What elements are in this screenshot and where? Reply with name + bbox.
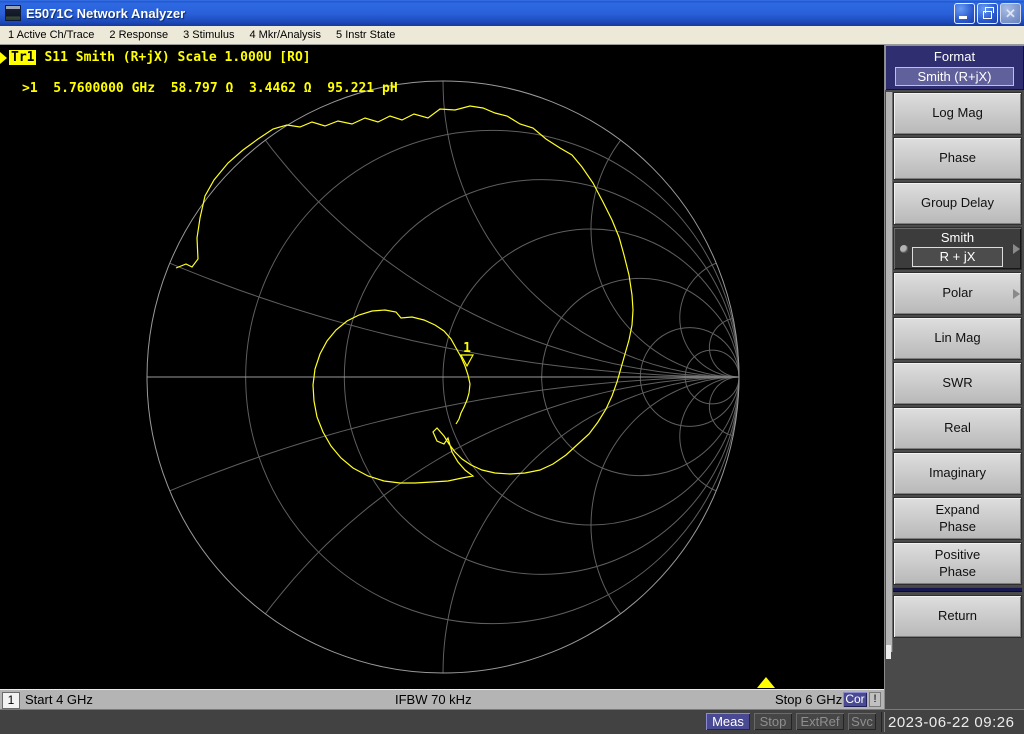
instrument-status-bar: Meas Stop ExtRef Svc 2023-06-22 09:26 — [0, 709, 1024, 734]
trace-id-badge[interactable]: Tr1 — [9, 50, 37, 65]
menu-bar: 1 Active Ch/Trace 2 Response 3 Stimulus … — [0, 26, 1024, 45]
softkey-label: Lin Mag — [934, 330, 981, 346]
measurement-screen: 1 Tr1 S11 Smith (R+jX) Scale 1.000U [RO]… — [0, 45, 884, 689]
minimize-icon — [959, 16, 967, 19]
softkey-smith[interactable]: Smith R + jX — [893, 227, 1022, 270]
minimize-button[interactable] — [954, 3, 975, 24]
app-window: E5071C Network Analyzer ✕ 1 Active Ch/Tr… — [0, 0, 1024, 734]
softkey-menu-header: Format Smith (R+jX) — [885, 45, 1024, 90]
menu-item-active-ch-trace[interactable]: 1 Active Ch/Trace — [8, 29, 94, 41]
softkey-label: Positive Phase — [934, 547, 981, 579]
marker-label: 1 — [463, 341, 471, 356]
smith-chart: 1 — [146, 80, 775, 688]
restore-button[interactable] — [977, 3, 998, 24]
softkey-label: Smith — [940, 229, 975, 245]
softkey-phase[interactable]: Phase — [893, 137, 1022, 180]
menu-item-instr-state[interactable]: 5 Instr State — [336, 29, 395, 41]
trace-status-bar: Tr1 S11 Smith (R+jX) Scale 1.000U [RO] — [0, 50, 311, 65]
channel-number-badge: 1 — [2, 692, 20, 709]
warning-badge: ! — [869, 692, 881, 707]
sweep-stop-label: Stop 6 GHz — [775, 692, 843, 707]
softkey-sublabel: R + jX — [912, 247, 1003, 268]
softkey-label: Phase — [939, 150, 976, 166]
softkey-expand-phase[interactable]: Expand Phase — [893, 497, 1022, 540]
softkey-label: Real — [944, 420, 971, 436]
restore-icon — [983, 7, 994, 19]
softkey-label: Polar — [942, 285, 973, 301]
softkey-label: Group Delay — [921, 195, 994, 211]
softkey-sidebar: Format Smith (R+jX) Log Mag Phase Group De… — [884, 45, 1024, 709]
softkey-group-delay[interactable]: Group Delay — [893, 182, 1022, 225]
trace-descriptor: S11 Smith (R+jX) Scale 1.000U [RO] — [44, 50, 311, 65]
softkey-separator — [893, 587, 1022, 592]
status-divider — [881, 712, 885, 732]
softkey-imaginary[interactable]: Imaginary — [893, 452, 1022, 495]
measuring-indicator: Meas — [706, 713, 750, 730]
window-title: E5071C Network Analyzer — [26, 5, 186, 21]
datetime-label: 2023-06-22 09:26 — [888, 714, 1015, 731]
selected-dot-icon — [900, 244, 908, 253]
softkey-label: Expand Phase — [935, 502, 980, 534]
softkey-real[interactable]: Real — [893, 407, 1022, 450]
softkey-list: Log Mag Phase Group Delay Smith R + jX Polar L… — [893, 92, 1022, 640]
title-bar: E5071C Network Analyzer ✕ — [0, 0, 1024, 26]
service-indicator: Svc — [848, 713, 876, 730]
sweep-indicator-icon — [757, 677, 775, 688]
softkey-label: Return — [937, 608, 978, 624]
close-icon: ✕ — [1005, 6, 1016, 21]
active-trace-icon — [0, 51, 7, 64]
s11-trace — [175, 105, 634, 484]
softkey-polar[interactable]: Polar — [893, 272, 1022, 315]
smith-grid — [146, 80, 740, 674]
menu-item-mkr-analysis[interactable]: 4 Mkr/Analysis — [249, 29, 321, 41]
submenu-arrow-icon — [1013, 243, 1020, 254]
menu-item-response[interactable]: 2 Response — [109, 29, 168, 41]
close-button[interactable]: ✕ — [1000, 3, 1021, 24]
softkey-lin-mag[interactable]: Lin Mag — [893, 317, 1022, 360]
extref-indicator: ExtRef — [796, 713, 844, 730]
stop-indicator: Stop — [754, 713, 792, 730]
ifbw-label: IFBW 70 kHz — [395, 692, 472, 707]
softkey-swr[interactable]: SWR — [893, 362, 1022, 405]
softkey-log-mag[interactable]: Log Mag — [893, 92, 1022, 135]
softkey-menu-value: Smith (R+jX) — [895, 67, 1014, 86]
menu-item-stimulus[interactable]: 3 Stimulus — [183, 29, 234, 41]
correction-badge: Cor — [843, 692, 867, 707]
softkey-label: Imaginary — [928, 465, 987, 481]
softkey-positive-phase[interactable]: Positive Phase — [893, 542, 1022, 585]
softkey-scrollbar-thumb[interactable] — [886, 645, 891, 659]
sweep-start-label: Start 4 GHz — [25, 692, 93, 707]
softkey-label: Log Mag — [932, 105, 983, 121]
app-icon — [5, 5, 21, 21]
submenu-arrow-icon — [1013, 288, 1020, 299]
window-controls: ✕ — [954, 3, 1021, 24]
softkey-return[interactable]: Return — [893, 595, 1022, 638]
channel-status-bar: 1 Start 4 GHz IFBW 70 kHz Stop 6 GHz Cor… — [0, 689, 884, 709]
softkey-menu-title: Format — [933, 49, 976, 64]
marker-readout: >1 5.7600000 GHz 58.797 Ω 3.4462 Ω 95.22… — [22, 81, 398, 96]
softkey-label: SWR — [942, 375, 973, 391]
softkey-scrollbar[interactable] — [886, 92, 893, 659]
